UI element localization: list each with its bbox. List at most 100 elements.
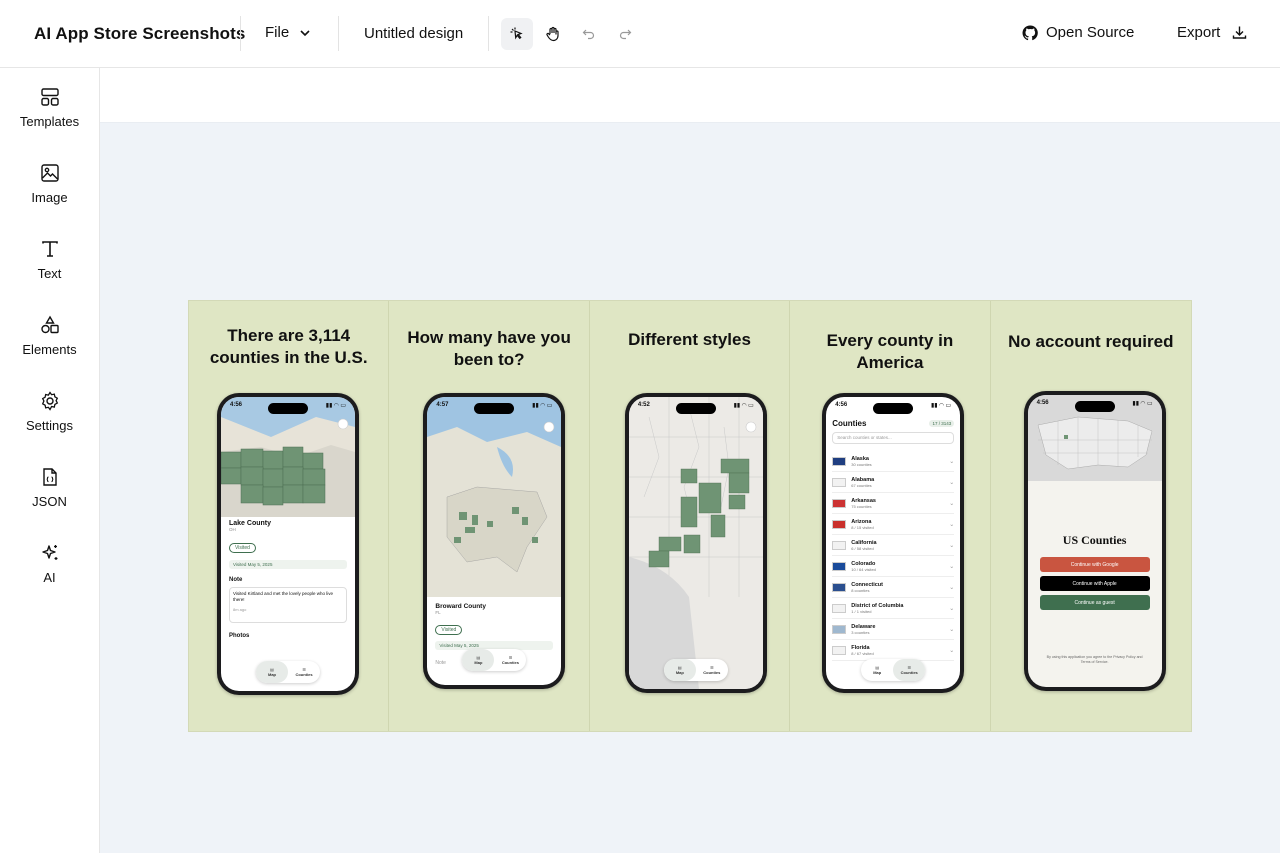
pointer-icon [510, 27, 523, 40]
screenshot-panel-1[interactable]: There are 3,114 counties in the U.S. 4:5… [189, 301, 390, 731]
export-label: Export [1177, 24, 1221, 41]
phone-mockup: 4:52 ▮▮ ◠ ▭ ▤ Map ☰ Counties [624, 393, 767, 693]
divider [338, 16, 339, 51]
sidebar-item-label: Text [37, 266, 62, 281]
search-input[interactable]: Search counties or states... [832, 432, 955, 444]
undo-button[interactable] [573, 18, 605, 50]
tab-counties[interactable]: ☰ Counties [696, 659, 728, 681]
tab-map[interactable]: ▤ Map [256, 661, 288, 683]
sidebar-item-json[interactable]: JSON [0, 462, 99, 526]
tab-map[interactable]: ▤ Map [462, 649, 495, 671]
state-flag-icon [832, 561, 847, 571]
state-subtitle: 67 counties [851, 482, 872, 488]
visited-badge[interactable]: Visited [435, 625, 463, 635]
pointer-tool-button[interactable] [501, 18, 533, 50]
state-row[interactable]: Alaska 30 counties ⌄ [832, 451, 955, 472]
tab-map[interactable]: ▤ Map [861, 659, 893, 681]
gear-icon [39, 390, 61, 412]
chevron-down-icon [300, 29, 310, 36]
tab-counties[interactable]: ☰ Counties [288, 661, 320, 683]
phone-mockup: 4:56 ▮▮ ◠ ▭ Lake County OH Visited Visit… [217, 393, 359, 695]
visited-badge[interactable]: Visited [229, 543, 256, 553]
status-time: 4:56 [1036, 400, 1049, 406]
list-title: Counties [832, 419, 867, 428]
file-menu-label: File [265, 24, 290, 41]
continue-guest-button[interactable]: Continue as guest [1039, 595, 1150, 610]
chevron-down-icon: ⌄ [949, 542, 955, 549]
state-text: Arkansas 75 counties [851, 498, 876, 509]
state-flag-icon [832, 456, 847, 466]
panel-title: How many have you been to? [407, 328, 571, 369]
note-label: Note [229, 577, 243, 583]
status-time: 4:56 [835, 402, 848, 408]
chevron-down-icon: ⌄ [949, 605, 955, 612]
map-view[interactable] [628, 397, 763, 689]
sparkles-icon [39, 542, 61, 564]
chevron-down-icon: ⌄ [949, 500, 955, 507]
state-flag-icon [832, 519, 847, 529]
state-text: Colorado 10 / 64 visited [851, 561, 876, 572]
tab-counties[interactable]: ☰ Counties [494, 649, 526, 671]
redo-button[interactable] [609, 18, 641, 50]
legal-text: By using this application you agree to t… [1046, 655, 1143, 664]
status-time: 4:52 [637, 402, 650, 408]
redo-icon [619, 29, 632, 40]
tab-counties[interactable]: ☰ Counties [893, 659, 926, 681]
state-text: Florida 8 / 67 visited [851, 645, 873, 656]
export-button[interactable]: Export [1177, 24, 1247, 41]
state-subtitle: 10 / 64 visited [851, 566, 876, 572]
hand-tool-button[interactable] [537, 18, 569, 50]
document-name[interactable]: Untitled design [364, 25, 463, 42]
state-text: California 6 / 58 visited [851, 540, 876, 551]
county-state: OH [229, 527, 236, 532]
screenshot-panel-3[interactable]: Different styles 4:52 ▮▮ ◠ ▭ ▤ Map ☰ Cou… [590, 301, 791, 731]
state-row[interactable]: Connecticut 8 counties ⌄ [832, 577, 955, 598]
note-text: Visited Kirtland and met the lovely peop… [233, 591, 333, 602]
sidebar-item-settings[interactable]: Settings [0, 386, 99, 450]
state-row[interactable]: Alabama 67 counties ⌄ [832, 472, 955, 493]
sidebar-item-label: Image [31, 190, 68, 205]
screenshot-panel-5[interactable]: No account required 4:56 ▮▮ ◠ ▭ US Counti… [991, 301, 1191, 731]
map-view[interactable] [427, 397, 562, 597]
open-source-link[interactable]: Open Source [1022, 24, 1134, 41]
status-time: 4:56 [230, 402, 243, 408]
state-name: Delaware [851, 623, 876, 630]
sidebar-item-image[interactable]: Image [0, 158, 99, 222]
visited-count-badge: 17 / 3143 [929, 420, 955, 427]
state-row[interactable]: Delaware 3 counties ⌄ [832, 619, 955, 640]
state-row[interactable]: Arkansas 75 counties ⌄ [832, 493, 955, 514]
continue-apple-button[interactable]: Continue with Apple [1039, 576, 1150, 591]
state-name: Alaska [851, 455, 869, 462]
canvas-top-strip [100, 68, 1280, 123]
visited-date: Visited May 5, 2025 [229, 560, 347, 569]
panel-title: No account required [1008, 332, 1174, 351]
github-icon [1022, 24, 1038, 40]
chevron-down-icon: ⌄ [949, 626, 955, 633]
tab-map[interactable]: ▤ Map [663, 659, 696, 681]
file-menu-button[interactable]: File [265, 24, 311, 41]
continue-google-button[interactable]: Continue with Google [1039, 557, 1150, 572]
map-view[interactable] [221, 397, 355, 517]
json-file-icon [39, 466, 61, 488]
screenshot-panel-2[interactable]: How many have you been to? 4:57 ▮▮ ◠ ▭ B… [389, 301, 590, 731]
state-text: Alaska 30 counties [851, 456, 871, 467]
sidebar-item-text[interactable]: Text [0, 234, 99, 298]
state-row[interactable]: Arizona 8 / 15 visited ⌄ [832, 514, 955, 535]
sidebar-item-label: Elements [22, 342, 77, 357]
note-card[interactable]: Visited Kirtland and met the lovely peop… [229, 587, 347, 623]
state-subtitle: 30 counties [851, 461, 872, 467]
sidebar-item-templates[interactable]: Templates [0, 82, 99, 146]
state-row[interactable]: Florida 8 / 67 visited ⌄ [832, 640, 955, 661]
sidebar-item-ai[interactable]: AI [0, 538, 99, 602]
state-row[interactable]: District of Columbia 1 / 1 visited ⌄ [832, 598, 955, 619]
state-row[interactable]: California 6 / 58 visited ⌄ [832, 535, 955, 556]
download-icon [1233, 26, 1247, 39]
state-flag-icon [832, 603, 847, 613]
screenshot-panel-4[interactable]: Every county in America 4:56 ▮▮ ◠ ▭ Count… [790, 301, 991, 731]
state-flag-icon [832, 624, 847, 634]
screenshot-board[interactable]: There are 3,114 counties in the U.S. 4:5… [188, 300, 1192, 732]
state-row[interactable]: Colorado 10 / 64 visited ⌄ [832, 556, 955, 577]
sidebar-item-elements[interactable]: Elements [0, 310, 99, 374]
bottom-tab-bar: ▤ Map ☰ Counties [462, 649, 527, 671]
state-flag-icon [832, 645, 847, 655]
